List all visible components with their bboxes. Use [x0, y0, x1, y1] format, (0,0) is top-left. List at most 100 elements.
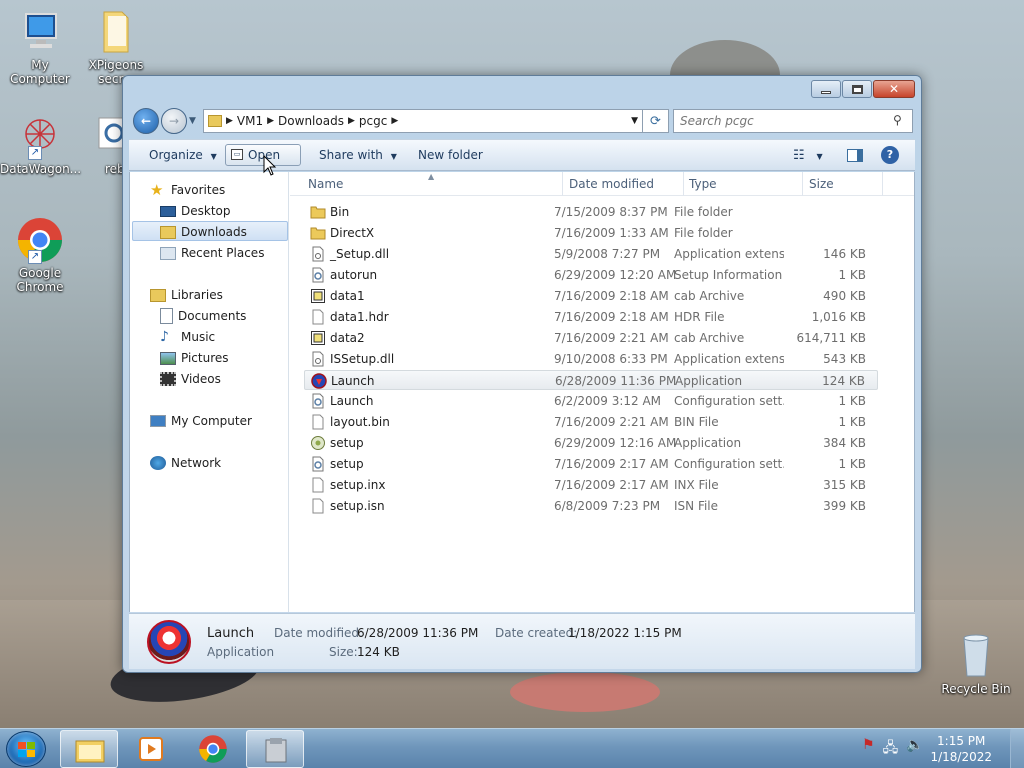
- column-divider[interactable]: [802, 172, 803, 196]
- desktop-icon-chrome[interactable]: ↗ Google Chrome: [0, 216, 80, 294]
- column-divider[interactable]: [882, 172, 883, 196]
- close-button[interactable]: ✕: [873, 80, 915, 98]
- recycle-bin-icon: [952, 632, 1000, 680]
- taskbar-chrome-button[interactable]: [184, 730, 242, 768]
- explorer-window[interactable]: ✕ ← → ▼ ▶ VM1 ▶ Downloads ▶ pcgc ▶ ▼ ⟳ ⚲…: [122, 75, 922, 673]
- breadcrumb-downloads[interactable]: Downloads: [278, 114, 344, 128]
- file-row[interactable]: layout.bin 7/16/2009 2:21 AM BIN File 1 KB: [304, 412, 878, 432]
- file-name: data1.hdr: [330, 310, 389, 324]
- star-icon: ★: [150, 181, 164, 199]
- file-row[interactable]: data1 7/16/2009 2:18 AM cab Archive 490 KB: [304, 286, 878, 306]
- nav-label: My Computer: [171, 414, 252, 428]
- breadcrumb-vm1[interactable]: VM1: [237, 114, 263, 128]
- start-button[interactable]: [6, 731, 46, 767]
- file-row[interactable]: Launch 6/28/2009 11:36 PM Application 124 K…: [304, 370, 878, 390]
- refresh-button[interactable]: ⟳: [643, 109, 669, 133]
- file-row[interactable]: setup.inx 7/16/2009 2:17 AM INX File 315 KB: [304, 475, 878, 495]
- nav-item-my-computer[interactable]: My Computer: [150, 411, 252, 431]
- change-view-button[interactable]: ☷ ▼: [793, 146, 823, 166]
- desktop-icon-recycle-bin[interactable]: Recycle Bin: [936, 632, 1016, 696]
- organize-button[interactable]: Organize ▼: [149, 146, 217, 166]
- settings-file-icon: [310, 267, 326, 283]
- nav-item-music[interactable]: ♪ Music: [160, 327, 215, 347]
- details-file-type: Application: [207, 645, 275, 659]
- file-row[interactable]: setup 7/16/2009 2:17 AM Configuration sett…: [304, 454, 878, 474]
- arrow-right-icon: →: [168, 114, 180, 128]
- file-row[interactable]: Bin 7/15/2009 8:37 PM File folder: [304, 202, 878, 222]
- breadcrumb-pcgc[interactable]: pcgc: [359, 114, 387, 128]
- column-divider[interactable]: [683, 172, 684, 196]
- nav-item-favorites[interactable]: ★ Favorites: [150, 180, 225, 200]
- file-list[interactable]: Name ▲ Date modified Type Size Bin 7/15/2…: [290, 172, 914, 612]
- maximize-button[interactable]: [842, 80, 872, 98]
- taskbar-installer-button[interactable]: [246, 730, 304, 768]
- file-row[interactable]: data1.hdr 7/16/2009 2:18 AM HDR File 1,016 …: [304, 307, 878, 327]
- details-size-label: Size:: [329, 645, 358, 659]
- file-name: Bin: [330, 205, 350, 219]
- preview-pane-button[interactable]: [847, 146, 863, 166]
- navigation-pane[interactable]: ★ Favorites Desktop Downloads Recent Pla…: [130, 172, 289, 612]
- taskbar-media-player-button[interactable]: [122, 730, 180, 768]
- cab-file-icon: [310, 330, 326, 346]
- nav-label: Libraries: [171, 288, 223, 302]
- column-header-type[interactable]: Type: [689, 177, 717, 191]
- help-button[interactable]: ?: [881, 145, 899, 165]
- file-type: Application: [674, 436, 742, 450]
- new-folder-button[interactable]: New folder: [418, 146, 483, 166]
- downloads-folder-icon: [160, 225, 176, 239]
- column-divider[interactable]: [562, 172, 563, 196]
- nav-item-downloads[interactable]: Downloads: [160, 222, 247, 242]
- recent-pages-dropdown[interactable]: ▼: [189, 116, 196, 126]
- file-row[interactable]: _Setup.dll 5/9/2008 7:27 PM Application ex…: [304, 244, 878, 264]
- file-row[interactable]: setup 6/29/2009 12:16 AM Application 384 KB: [304, 433, 878, 453]
- clock[interactable]: 1:15 PM 1/18/2022: [930, 733, 992, 765]
- breadcrumb-separator-icon[interactable]: ▶: [226, 116, 233, 126]
- breadcrumb-separator-icon[interactable]: ▶: [348, 116, 355, 126]
- file-row[interactable]: DirectX 7/16/2009 1:33 AM File folder: [304, 223, 878, 243]
- address-bar[interactable]: ▶ VM1 ▶ Downloads ▶ pcgc ▶ ▼: [203, 109, 643, 133]
- back-button[interactable]: ←: [133, 108, 159, 134]
- nav-item-desktop[interactable]: Desktop: [160, 201, 231, 221]
- file-size: 490 KB: [823, 289, 866, 303]
- nav-item-documents[interactable]: Documents: [160, 306, 246, 326]
- show-desktop-button[interactable]: [1010, 729, 1024, 768]
- navigation-bar: ← → ▼ ▶ VM1 ▶ Downloads ▶ pcgc ▶ ▼ ⟳ ⚲: [131, 107, 915, 135]
- nav-item-network[interactable]: Network: [150, 453, 221, 473]
- action-center-flag-icon[interactable]: ⚑: [862, 737, 875, 761]
- network-icon[interactable]: 🖧: [883, 737, 899, 761]
- command-bar: Organize ▼ ▭ Open Share with ▼ New folde…: [129, 139, 915, 171]
- nav-item-videos[interactable]: Videos: [160, 369, 221, 389]
- file-row[interactable]: autorun 6/29/2009 12:20 AM Setup Informati…: [304, 265, 878, 285]
- volume-icon[interactable]: 🔈: [906, 737, 923, 761]
- desktop-icon-my-computer[interactable]: My Computer: [0, 8, 80, 86]
- chevron-down-icon[interactable]: ▼: [631, 116, 638, 126]
- details-date-created-label: Date created:: [495, 626, 578, 640]
- videos-icon: [160, 372, 176, 386]
- file-row[interactable]: setup.isn 6/8/2009 7:23 PM ISN File 399 KB: [304, 496, 878, 516]
- desktop-icon-datawagon[interactable]: ↗ DataWagon...: [0, 112, 81, 176]
- file-row[interactable]: data2 7/16/2009 2:21 AM cab Archive 614,711…: [304, 328, 878, 348]
- file-size: 1 KB: [838, 415, 866, 429]
- taskbar-explorer-button[interactable]: [60, 730, 118, 768]
- column-header-size[interactable]: Size: [809, 177, 834, 191]
- breadcrumb-separator-icon[interactable]: ▶: [391, 116, 398, 126]
- minimize-button[interactable]: [811, 80, 841, 98]
- share-with-button[interactable]: Share with ▼: [319, 146, 397, 166]
- nav-item-libraries[interactable]: Libraries: [150, 285, 223, 305]
- file-name: data1: [330, 289, 365, 303]
- file-row[interactable]: Launch 6/2/2009 3:12 AM Configuration sett…: [304, 391, 878, 411]
- search-input[interactable]: [673, 109, 913, 133]
- column-header-date-modified[interactable]: Date modified: [569, 177, 654, 191]
- breadcrumb-separator-icon[interactable]: ▶: [267, 116, 274, 126]
- chevron-down-icon: ▼: [210, 152, 217, 161]
- nav-item-pictures[interactable]: Pictures: [160, 348, 229, 368]
- nav-item-recent-places[interactable]: Recent Places: [160, 243, 264, 263]
- cab-file-icon: [310, 288, 326, 304]
- file-date-modified: 7/16/2009 2:18 AM: [554, 310, 669, 324]
- file-date-modified: 6/8/2009 7:23 PM: [554, 499, 661, 513]
- column-header-name[interactable]: Name: [308, 177, 343, 191]
- search-icon[interactable]: ⚲: [893, 113, 902, 127]
- file-row[interactable]: ISSetup.dll 9/10/2008 6:33 PM Application …: [304, 349, 878, 369]
- forward-button[interactable]: →: [161, 108, 187, 134]
- file-date-modified: 7/16/2009 2:17 AM: [554, 478, 669, 492]
